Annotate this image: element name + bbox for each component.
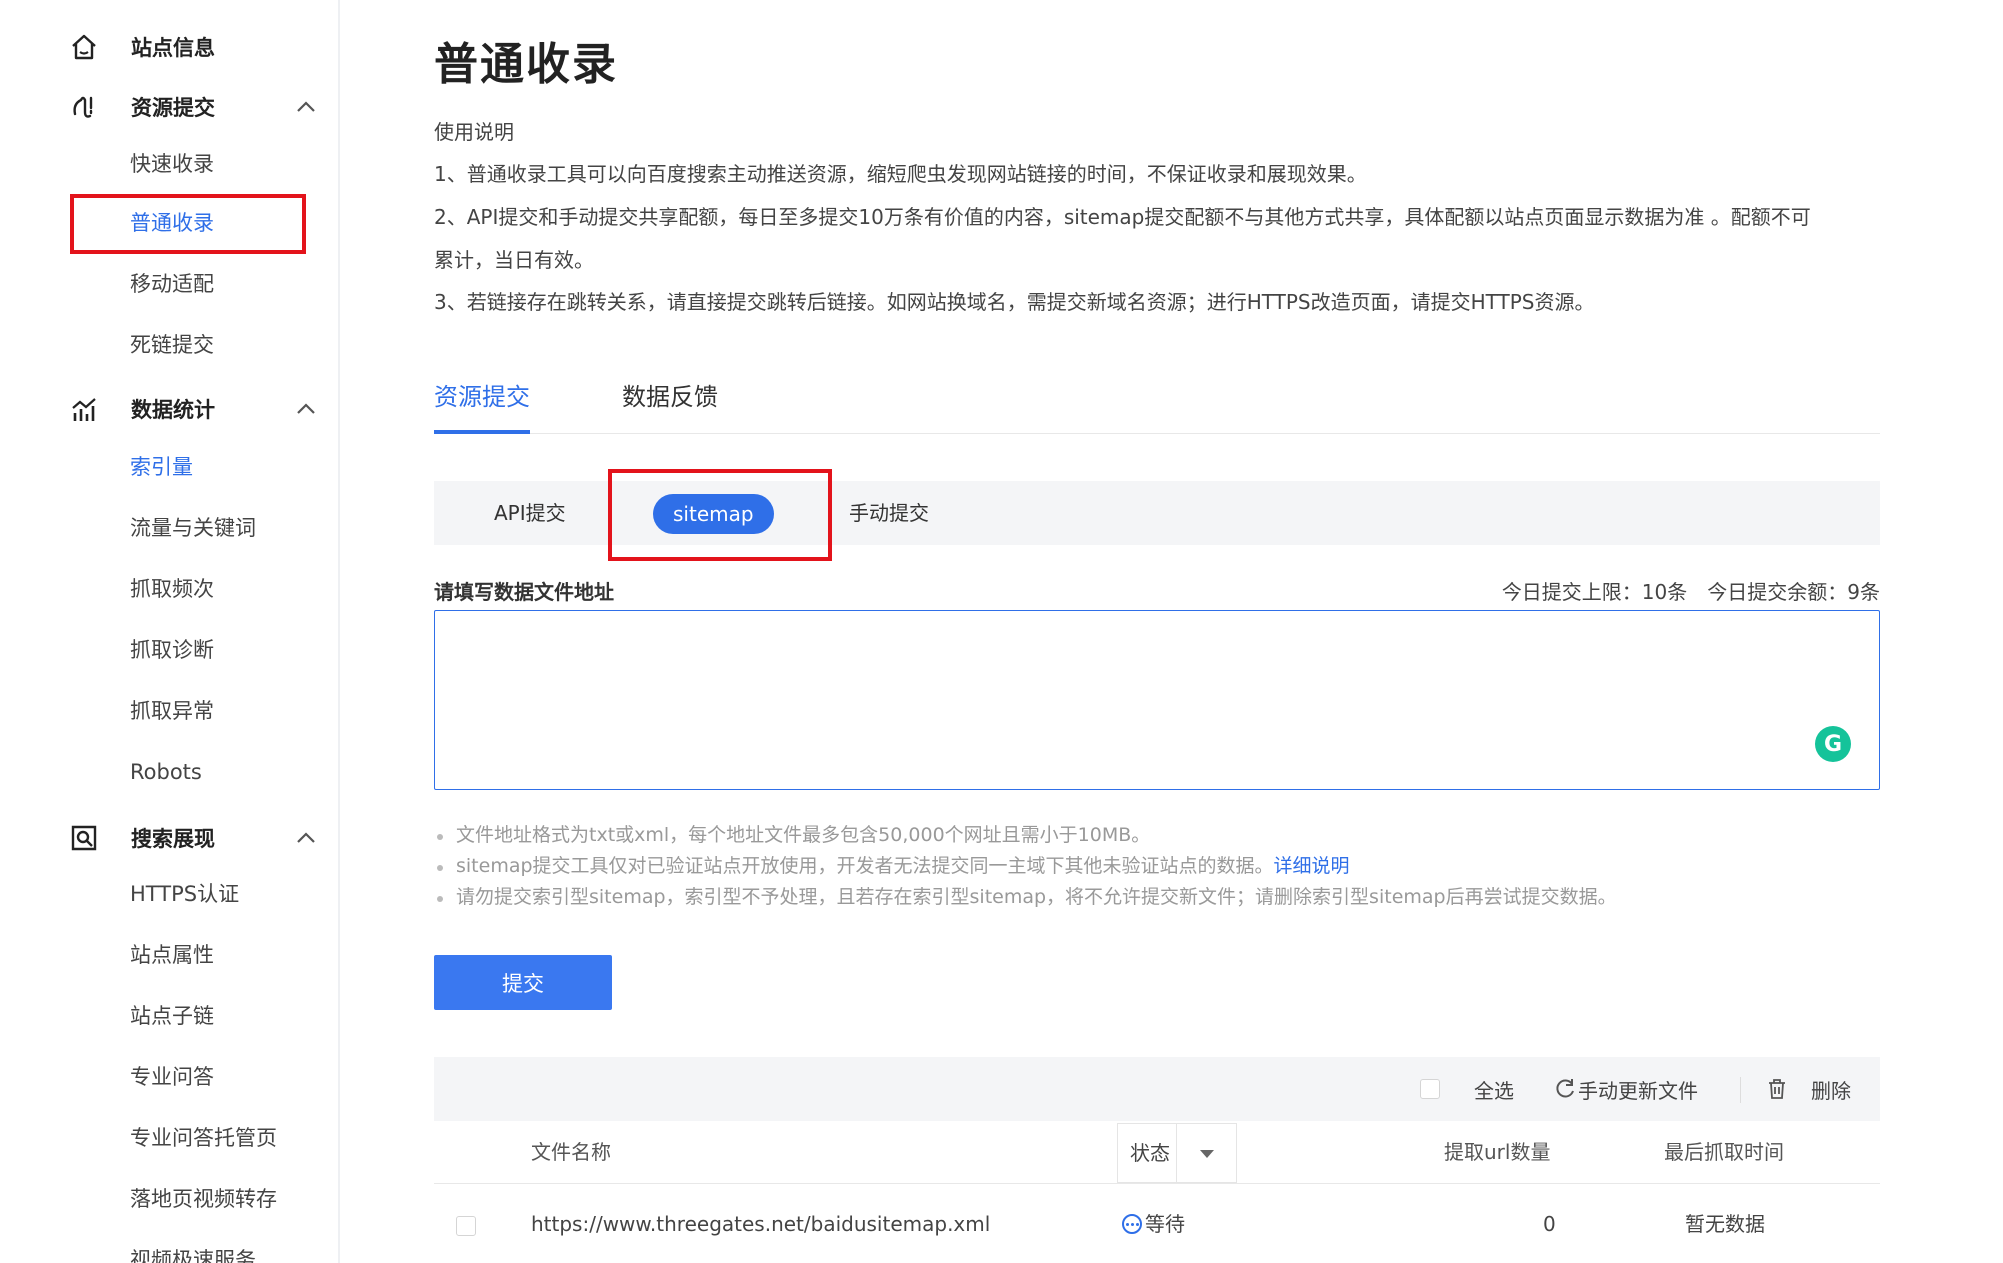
waiting-icon bbox=[1122, 1214, 1142, 1234]
sidebar-item-crawl-frequency[interactable]: 抓取频次 bbox=[130, 574, 214, 604]
trash-icon bbox=[1769, 1079, 1785, 1099]
detail-link[interactable]: 详细说明 bbox=[1274, 855, 1350, 877]
instruction-line: 累计，当日有效。 bbox=[434, 248, 594, 272]
sidebar-item-fast-index[interactable]: 快速收录 bbox=[130, 149, 214, 179]
chevron-up-icon[interactable] bbox=[294, 95, 318, 119]
notes-list: 文件地址格式为txt或xml，每个地址文件最多包含50,000个网址且需小于10… bbox=[434, 820, 1617, 913]
instruction-line: 3、若链接存在跳转关系，请直接提交跳转后链接。如网站换域名，需提交新域名资源；进… bbox=[434, 290, 1595, 314]
note-item: 文件地址格式为txt或xml，每个地址文件最多包含50,000个网址且需小于10… bbox=[434, 820, 1617, 851]
grammarly-icon[interactable]: G bbox=[1815, 726, 1851, 762]
sidebar: 站点信息 资源提交 快速收录 普通收录 移动适配 死链提交 数据统计 索引量 流… bbox=[0, 0, 340, 1263]
sidebar-group-resource-submit[interactable]: 资源提交 bbox=[68, 87, 318, 127]
tab-data-feedback[interactable]: 数据反馈 bbox=[622, 378, 718, 434]
sidebar-item-traffic-keywords[interactable]: 流量与关键词 bbox=[130, 513, 256, 543]
sidebar-item-crawl-diagnosis[interactable]: 抓取诊断 bbox=[130, 635, 214, 665]
sidebar-item-video-speed[interactable]: 视频极速服务 bbox=[130, 1245, 256, 1263]
table-header: 文件名称 状态 提取url数量 最后抓取时间 bbox=[434, 1121, 1880, 1184]
sidebar-item-mobile-adapt[interactable]: 移动适配 bbox=[130, 269, 214, 299]
sidebar-item-landing-video[interactable]: 落地页视频转存 bbox=[130, 1184, 277, 1214]
field-label: 请填写数据文件地址 bbox=[434, 580, 614, 604]
submit-button[interactable]: 提交 bbox=[434, 955, 612, 1010]
instruction-line: 2、API提交和手动提交共享配额，每日至多提交10万条有价值的内容，sitema… bbox=[434, 205, 1811, 229]
cell-status: 等待 bbox=[1122, 1184, 1185, 1263]
highlight-box-sitemap bbox=[608, 469, 832, 561]
note-item: sitemap提交工具仅对已验证站点开放使用，开发者无法提交同一主域下其他未验证… bbox=[434, 851, 1617, 882]
instructions-heading: 使用说明 bbox=[434, 120, 514, 144]
chevron-up-icon[interactable] bbox=[294, 826, 318, 850]
column-file-name: 文件名称 bbox=[531, 1140, 611, 1164]
highlight-box-sidebar bbox=[70, 194, 306, 254]
table-toolbar: 全选 手动更新文件 删除 bbox=[434, 1057, 1880, 1121]
sidebar-group-label: 站点信息 bbox=[131, 36, 215, 60]
sidebar-item-site-sublinks[interactable]: 站点子链 bbox=[130, 1001, 214, 1031]
dropdown-divider bbox=[1176, 1124, 1177, 1182]
sidebar-item-crawl-errors[interactable]: 抓取异常 bbox=[130, 696, 214, 726]
cell-url-count: 0 bbox=[1543, 1212, 1556, 1236]
refresh-icon bbox=[1556, 1079, 1574, 1098]
select-all-checkbox[interactable] bbox=[1420, 1057, 1440, 1121]
sidebar-item-robots[interactable]: Robots bbox=[130, 757, 202, 787]
table-row: https://www.threegates.net/baidusitemap.… bbox=[434, 1184, 1880, 1263]
column-url-count: 提取url数量 bbox=[1444, 1140, 1551, 1164]
sidebar-item-pro-qa-hosted[interactable]: 专业问答托管页 bbox=[130, 1123, 277, 1153]
sidebar-item-https[interactable]: HTTPS认证 bbox=[130, 879, 239, 909]
tab-resource-submit[interactable]: 资源提交 bbox=[434, 378, 530, 434]
sidebar-group-label: 资源提交 bbox=[131, 96, 215, 120]
cell-last-crawl: 暂无数据 bbox=[1685, 1212, 1765, 1236]
search-display-icon bbox=[68, 822, 100, 854]
status-text: 等待 bbox=[1145, 1212, 1185, 1236]
sidebar-item-index-volume[interactable]: 索引量 bbox=[130, 452, 193, 482]
submit-icon bbox=[68, 91, 100, 123]
sitemap-url-input[interactable] bbox=[434, 610, 1880, 790]
chevron-up-icon[interactable] bbox=[294, 397, 318, 421]
refresh-button[interactable]: 手动更新文件 bbox=[1554, 1057, 1698, 1121]
column-last-crawl: 最后抓取时间 bbox=[1664, 1140, 1784, 1164]
stats-icon bbox=[68, 393, 100, 425]
checkbox[interactable] bbox=[1420, 1079, 1440, 1099]
sidebar-group-label: 数据统计 bbox=[131, 398, 215, 422]
delete-button[interactable]: 删除 bbox=[1767, 1057, 1851, 1121]
sidebar-group-data-stats[interactable]: 数据统计 bbox=[68, 389, 318, 429]
sidebar-group-search-display[interactable]: 搜索展现 bbox=[68, 818, 318, 858]
note-item: 请勿提交索引型sitemap，索引型不予处理，且若存在索引型sitemap，将不… bbox=[434, 882, 1617, 913]
select-all-label[interactable]: 全选 bbox=[1474, 1057, 1514, 1121]
sidebar-group-site-info[interactable]: 站点信息 bbox=[68, 27, 318, 67]
quota-text: 今日提交上限：10条 今日提交余额：9条 bbox=[1501, 580, 1880, 604]
home-icon bbox=[68, 31, 100, 63]
subtab-api[interactable]: API提交 bbox=[494, 481, 566, 545]
sidebar-item-pro-qa[interactable]: 专业问答 bbox=[130, 1062, 214, 1092]
sidebar-item-dead-link[interactable]: 死链提交 bbox=[130, 330, 214, 360]
sidebar-item-site-attributes[interactable]: 站点属性 bbox=[130, 940, 214, 970]
status-filter-dropdown[interactable]: 状态 bbox=[1117, 1123, 1237, 1183]
sidebar-group-label: 搜索展现 bbox=[131, 827, 215, 851]
refresh-label: 手动更新文件 bbox=[1578, 1078, 1698, 1103]
delete-label: 删除 bbox=[1811, 1078, 1851, 1103]
subtab-manual[interactable]: 手动提交 bbox=[849, 481, 929, 545]
cell-file-url[interactable]: https://www.threegates.net/baidusitemap.… bbox=[531, 1184, 990, 1263]
caret-down-icon[interactable] bbox=[1200, 1150, 1214, 1158]
column-status: 状态 bbox=[1130, 1141, 1170, 1165]
row-checkbox[interactable] bbox=[456, 1216, 476, 1236]
toolbar-separator bbox=[1740, 1077, 1741, 1103]
instruction-line: 1、普通收录工具可以向百度搜索主动推送资源，缩短爬虫发现网站链接的时间，不保证收… bbox=[434, 162, 1367, 186]
page-title: 普通收录 bbox=[434, 39, 618, 90]
tab-bar: 资源提交 数据反馈 bbox=[434, 378, 1880, 434]
